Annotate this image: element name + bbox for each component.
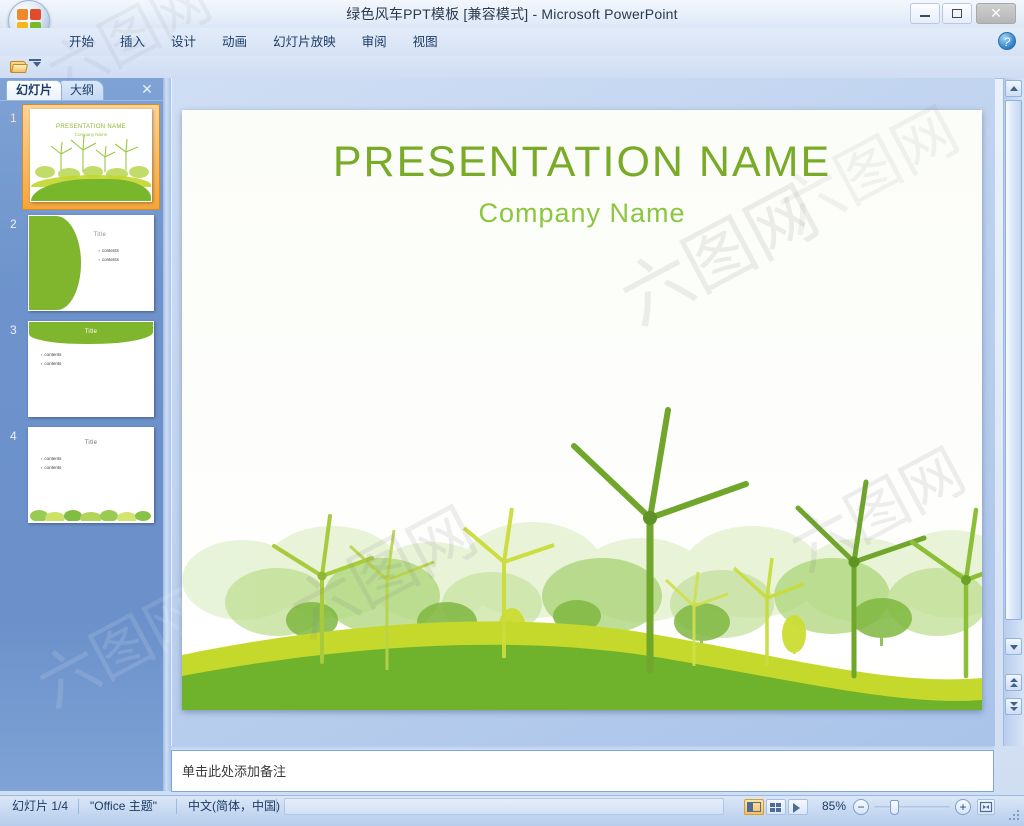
tab-slides[interactable]: 幻灯片 xyxy=(6,80,63,100)
minimize-icon xyxy=(911,4,939,23)
thumbnail-list[interactable]: 1 PRESENTATION NAME Company Name 2 Title… xyxy=(0,100,163,792)
slideshow-icon xyxy=(793,803,800,813)
next-slide-icon[interactable] xyxy=(1005,698,1022,715)
mini-slide-2: Title contents contents xyxy=(29,216,153,310)
thumbnail-number: 1 xyxy=(10,111,17,125)
tab-slideshow[interactable]: 幻灯片放映 xyxy=(260,32,349,52)
powerpoint-window: 绿色风车PPT模板 [兼容模式] - Microsoft PowerPoint … xyxy=(0,0,1024,826)
scroll-up-icon[interactable] xyxy=(1005,80,1022,97)
status-bar: 幻灯片 1/4 "Office 主题" 中文(简体，中国) 85% − + xyxy=(0,795,1024,826)
previous-slide-icon[interactable] xyxy=(1005,674,1022,691)
thumbnail-slide-1[interactable]: 1 PRESENTATION NAME Company Name xyxy=(0,104,163,210)
normal-view-icon xyxy=(747,802,761,812)
slide-counter[interactable]: 幻灯片 1/4 xyxy=(12,798,68,815)
ribbon-tab-bar: 开始 插入 设计 动画 幻灯片放映 审阅 视图 ? xyxy=(0,28,1024,57)
zoom-percentage[interactable]: 85% xyxy=(812,798,846,815)
tab-animations[interactable]: 动画 xyxy=(209,32,260,52)
notes-placeholder: 单击此处添加备注 xyxy=(182,764,287,779)
zoom-out-button[interactable]: − xyxy=(853,799,869,815)
pane-splitter[interactable] xyxy=(163,78,171,791)
view-normal-button[interactable] xyxy=(744,799,764,815)
theme-name[interactable]: "Office 主题" xyxy=(90,798,157,815)
view-slideshow-button[interactable] xyxy=(788,799,808,815)
window-title: 绿色风车PPT模板 [兼容模式] - Microsoft PowerPoint xyxy=(346,6,678,22)
thumbnail-number: 2 xyxy=(10,217,17,231)
mini-slide-3: Title contents contents xyxy=(29,322,153,416)
help-icon[interactable]: ? xyxy=(998,32,1016,50)
thumbnail-slide-2[interactable]: 2 Title contents contents xyxy=(0,213,163,315)
thumbnail-preview: Title contents contents xyxy=(28,215,154,311)
open-folder-icon[interactable] xyxy=(10,59,28,74)
thumbnail-number: 3 xyxy=(10,323,17,337)
mini-bullet-3-2: contents xyxy=(41,361,61,366)
maximize-button[interactable] xyxy=(942,3,972,24)
fit-slide-to-window-button[interactable] xyxy=(977,799,995,815)
mini-bullet-3-1: contents xyxy=(41,352,61,357)
mini-title-3: Title xyxy=(84,329,98,335)
slides-outline-tabs: 幻灯片 大纲 ✕ xyxy=(0,78,163,100)
mini-bullet-2-2: contents xyxy=(98,257,119,262)
current-slide[interactable]: PRESENTATION NAME Company Name 六图网 六图网 六… xyxy=(182,110,982,710)
slides-panel: 幻灯片 大纲 ✕ 1 PRESENTATION NAME Company Nam… xyxy=(0,78,163,791)
ribbon-tabs: 开始 插入 设计 动画 幻灯片放映 审阅 视图 xyxy=(56,28,451,56)
mini-slide-1: PRESENTATION NAME Company Name xyxy=(31,110,151,201)
thumbnail-slide-3[interactable]: 3 Title contents contents xyxy=(0,319,163,421)
zoom-slider-handle[interactable] xyxy=(890,800,899,815)
scrollbar-thumb[interactable] xyxy=(1005,100,1022,620)
mini-bullet-2-1: contents xyxy=(98,248,119,253)
mini-title-2: Title xyxy=(93,232,107,238)
mini-green-panel xyxy=(29,216,82,310)
slide-editing-area[interactable]: PRESENTATION NAME Company Name 六图网 六图网 六… xyxy=(171,78,995,746)
resize-grip[interactable] xyxy=(1009,810,1021,822)
language-indicator[interactable]: 中文(简体，中国) xyxy=(188,798,280,815)
thumbnail-preview: Title contents contents xyxy=(28,427,154,523)
close-button[interactable]: ✕ xyxy=(976,3,1016,24)
notes-pane[interactable]: 单击此处添加备注 xyxy=(171,750,994,792)
customize-dropdown-bar xyxy=(29,59,41,61)
zoom-slider-track[interactable] xyxy=(874,806,950,809)
tab-home[interactable]: 开始 xyxy=(56,32,107,52)
thumbnail-preview: PRESENTATION NAME Company Name xyxy=(30,109,152,202)
thumbnail-preview: Title contents contents xyxy=(28,321,154,417)
tab-view[interactable]: 视图 xyxy=(400,32,451,52)
maximize-icon xyxy=(943,4,971,23)
thumbnail-number: 4 xyxy=(10,429,17,443)
chevron-down-icon[interactable] xyxy=(33,62,41,67)
tab-insert[interactable]: 插入 xyxy=(107,32,158,52)
title-bar: 绿色风车PPT模板 [兼容模式] - Microsoft PowerPoint … xyxy=(0,0,1024,29)
mini-trees-art xyxy=(30,510,151,521)
slide-sorter-icon xyxy=(770,803,781,812)
fit-window-icon xyxy=(979,801,993,813)
quick-access-toolbar xyxy=(0,56,1024,79)
zoom-in-button[interactable]: + xyxy=(955,799,971,815)
vertical-scrollbar[interactable] xyxy=(1003,78,1024,746)
mini-slide-4: Title contents contents xyxy=(29,428,153,522)
thumbnail-slide-4[interactable]: 4 Title contents contents xyxy=(0,425,163,527)
close-pane-icon[interactable]: ✕ xyxy=(139,81,155,97)
slide-title-text[interactable]: PRESENTATION NAME xyxy=(182,138,982,187)
status-empty-area xyxy=(284,798,724,815)
slide-subtitle-text[interactable]: Company Name xyxy=(182,198,982,229)
close-icon: ✕ xyxy=(990,5,1002,21)
minimize-button[interactable] xyxy=(910,3,940,24)
scroll-down-icon[interactable] xyxy=(1005,638,1022,655)
tab-outline[interactable]: 大纲 xyxy=(60,80,105,100)
view-slide-sorter-button[interactable] xyxy=(766,799,786,815)
tab-design[interactable]: 设计 xyxy=(158,32,209,52)
tab-review[interactable]: 审阅 xyxy=(349,32,400,52)
